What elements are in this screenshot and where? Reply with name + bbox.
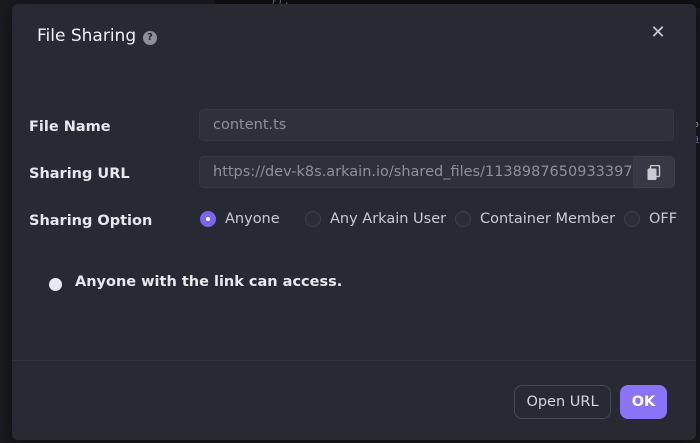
radio-label: Container Member [480,211,616,227]
radio-indicator [624,211,640,227]
radio-indicator [200,211,216,227]
file-sharing-dialog: File Sharing ? ✕ File Name content.ts Sh… [12,4,696,440]
open-url-button[interactable]: Open URL [514,385,611,419]
sharing-option-label: Sharing Option [29,213,153,229]
copy-icon [647,165,661,180]
close-icon[interactable]: ✕ [649,24,667,42]
radio-indicator [455,211,471,227]
access-indicator-dot [49,278,62,291]
sharing-url-label: Sharing URL [29,166,130,182]
copy-url-button[interactable] [633,156,675,188]
file-name-label: File Name [29,119,111,135]
radio-label: OFF [649,211,678,227]
access-message: Anyone with the link can access. [75,274,343,290]
footer-divider [12,360,696,361]
sharing-url-field[interactable]: https://dev-k8s.arkain.io/shared_files/1… [199,156,635,188]
file-name-field[interactable]: content.ts [199,109,674,141]
ok-button[interactable]: OK [620,385,667,419]
radio-indicator [305,211,321,227]
radio-label: Anyone [225,211,280,227]
dialog-title: File Sharing [37,26,137,46]
help-icon[interactable]: ? [143,31,157,45]
radio-label: Any Arkain User [330,211,447,227]
dialog-header: File Sharing ? ✕ [12,4,696,74]
